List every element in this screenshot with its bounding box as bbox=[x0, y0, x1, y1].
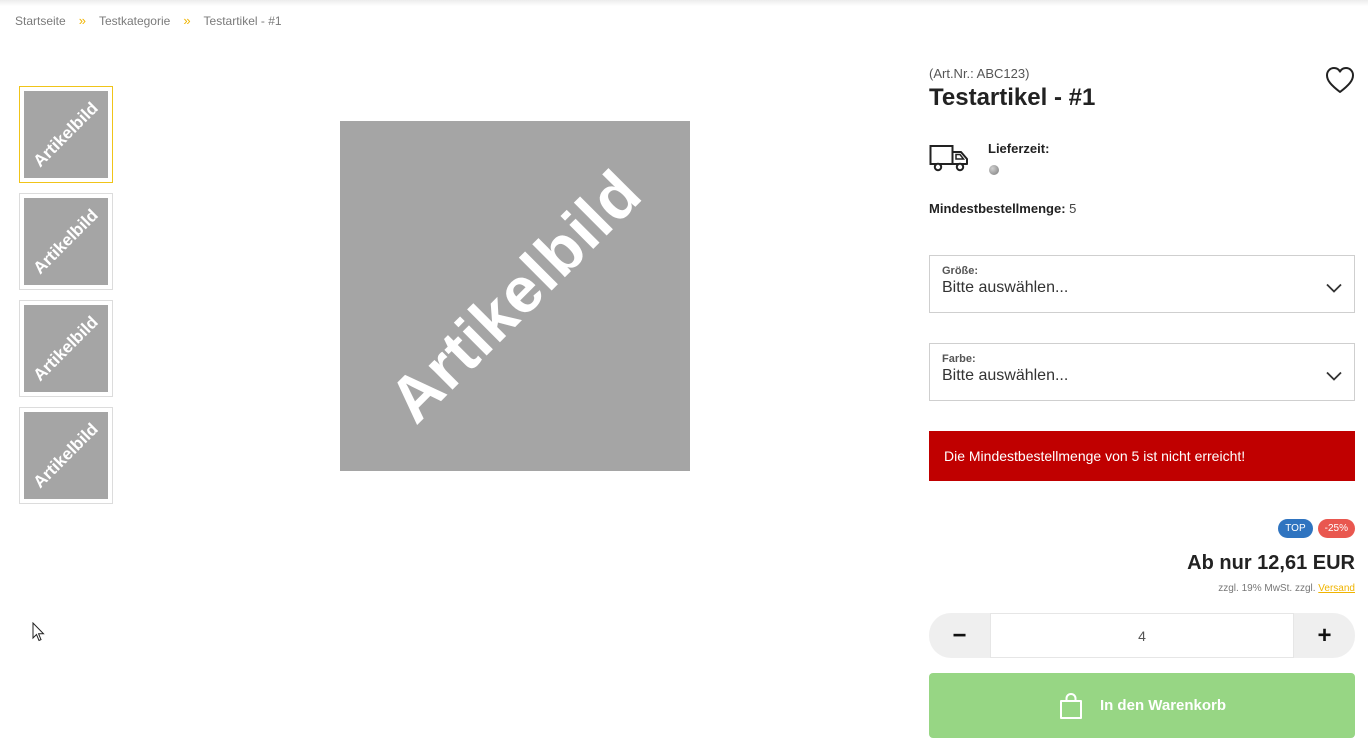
delivery-status-indicator bbox=[989, 165, 999, 175]
thumbnail-list: Artikelbild Artikelbild Artikelbild Arti… bbox=[19, 86, 113, 514]
discount-badge: -25% bbox=[1317, 519, 1355, 538]
thumbnail-image: Artikelbild bbox=[24, 305, 108, 392]
tax-info: zzgl. 19% MwSt. zzgl. Versand bbox=[1218, 583, 1355, 594]
main-image-placeholder-text: Artikelbild bbox=[375, 156, 655, 436]
breadcrumb-separator: » bbox=[78, 13, 86, 28]
thumbnail-image: Artikelbild bbox=[24, 91, 108, 178]
delivery-label: Lieferzeit: bbox=[988, 141, 1050, 156]
tax-text: zzgl. 19% MwSt. zzgl. bbox=[1218, 583, 1316, 594]
top-badge: TOP bbox=[1278, 519, 1313, 538]
thumbnail-3[interactable]: Artikelbild bbox=[19, 300, 113, 397]
product-price: Ab nur 12,61 EUR bbox=[1187, 552, 1355, 574]
delivery-info: Lieferzeit: bbox=[929, 141, 1049, 175]
quantity-input[interactable] bbox=[990, 613, 1294, 658]
min-qty-value: 5 bbox=[1069, 201, 1077, 216]
chevron-down-icon bbox=[1326, 283, 1342, 293]
cursor-icon bbox=[32, 622, 45, 642]
size-select[interactable]: Größe: Bitte auswählen... bbox=[929, 255, 1355, 313]
thumbnail-image: Artikelbild bbox=[24, 198, 108, 285]
thumbnail-placeholder-text: Artikelbild bbox=[29, 98, 102, 171]
add-to-cart-label: In den Warenkorb bbox=[1099, 697, 1227, 714]
breadcrumb-separator: » bbox=[183, 13, 191, 28]
color-select[interactable]: Farbe: Bitte auswählen... bbox=[929, 343, 1355, 401]
main-product-image[interactable]: Artikelbild bbox=[340, 121, 690, 471]
product-title: Testartikel - #1 bbox=[929, 84, 1096, 111]
thumbnail-image: Artikelbild bbox=[24, 412, 108, 499]
product-info-panel: (Art.Nr.: ABC123) Testartikel - #1 Liefe… bbox=[929, 66, 1355, 738]
top-shadow bbox=[0, 0, 1368, 6]
thumbnail-4[interactable]: Artikelbild bbox=[19, 407, 113, 504]
shipping-link[interactable]: Versand bbox=[1318, 583, 1355, 594]
minimum-order-quantity: Mindestbestellmenge: 5 bbox=[929, 201, 1076, 216]
size-select-label: Größe: bbox=[942, 265, 979, 277]
chevron-down-icon bbox=[1326, 371, 1342, 381]
quantity-stepper: − + bbox=[929, 613, 1355, 658]
min-qty-label: Mindestbestellmenge: bbox=[929, 201, 1066, 216]
truck-icon bbox=[929, 145, 968, 172]
decrease-quantity-button[interactable]: − bbox=[929, 613, 990, 658]
breadcrumb-link-category[interactable]: Testkategorie bbox=[99, 14, 170, 28]
badge-group: TOP -25% bbox=[1273, 519, 1355, 538]
breadcrumb-link-current[interactable]: Testartikel - #1 bbox=[204, 14, 282, 28]
min-qty-alert: Die Mindestbestellmenge von 5 ist nicht … bbox=[929, 431, 1355, 481]
thumbnail-placeholder-text: Artikelbild bbox=[29, 205, 102, 278]
article-number: (Art.Nr.: ABC123) bbox=[929, 66, 1030, 81]
thumbnail-2[interactable]: Artikelbild bbox=[19, 193, 113, 290]
thumbnail-placeholder-text: Artikelbild bbox=[29, 419, 102, 492]
color-select-value: Bitte auswählen... bbox=[942, 367, 1069, 384]
increase-quantity-button[interactable]: + bbox=[1294, 613, 1355, 658]
size-select-value: Bitte auswählen... bbox=[942, 279, 1069, 296]
breadcrumb-link-home[interactable]: Startseite bbox=[15, 14, 66, 28]
breadcrumb: Startseite » Testkategorie » Testartikel… bbox=[15, 13, 282, 28]
shopping-bag-icon bbox=[1059, 692, 1082, 719]
heart-icon[interactable] bbox=[1325, 66, 1355, 94]
thumbnail-1[interactable]: Artikelbild bbox=[19, 86, 113, 183]
color-select-label: Farbe: bbox=[942, 353, 976, 365]
add-to-cart-button[interactable]: In den Warenkorb bbox=[929, 673, 1355, 738]
thumbnail-placeholder-text: Artikelbild bbox=[29, 312, 102, 385]
